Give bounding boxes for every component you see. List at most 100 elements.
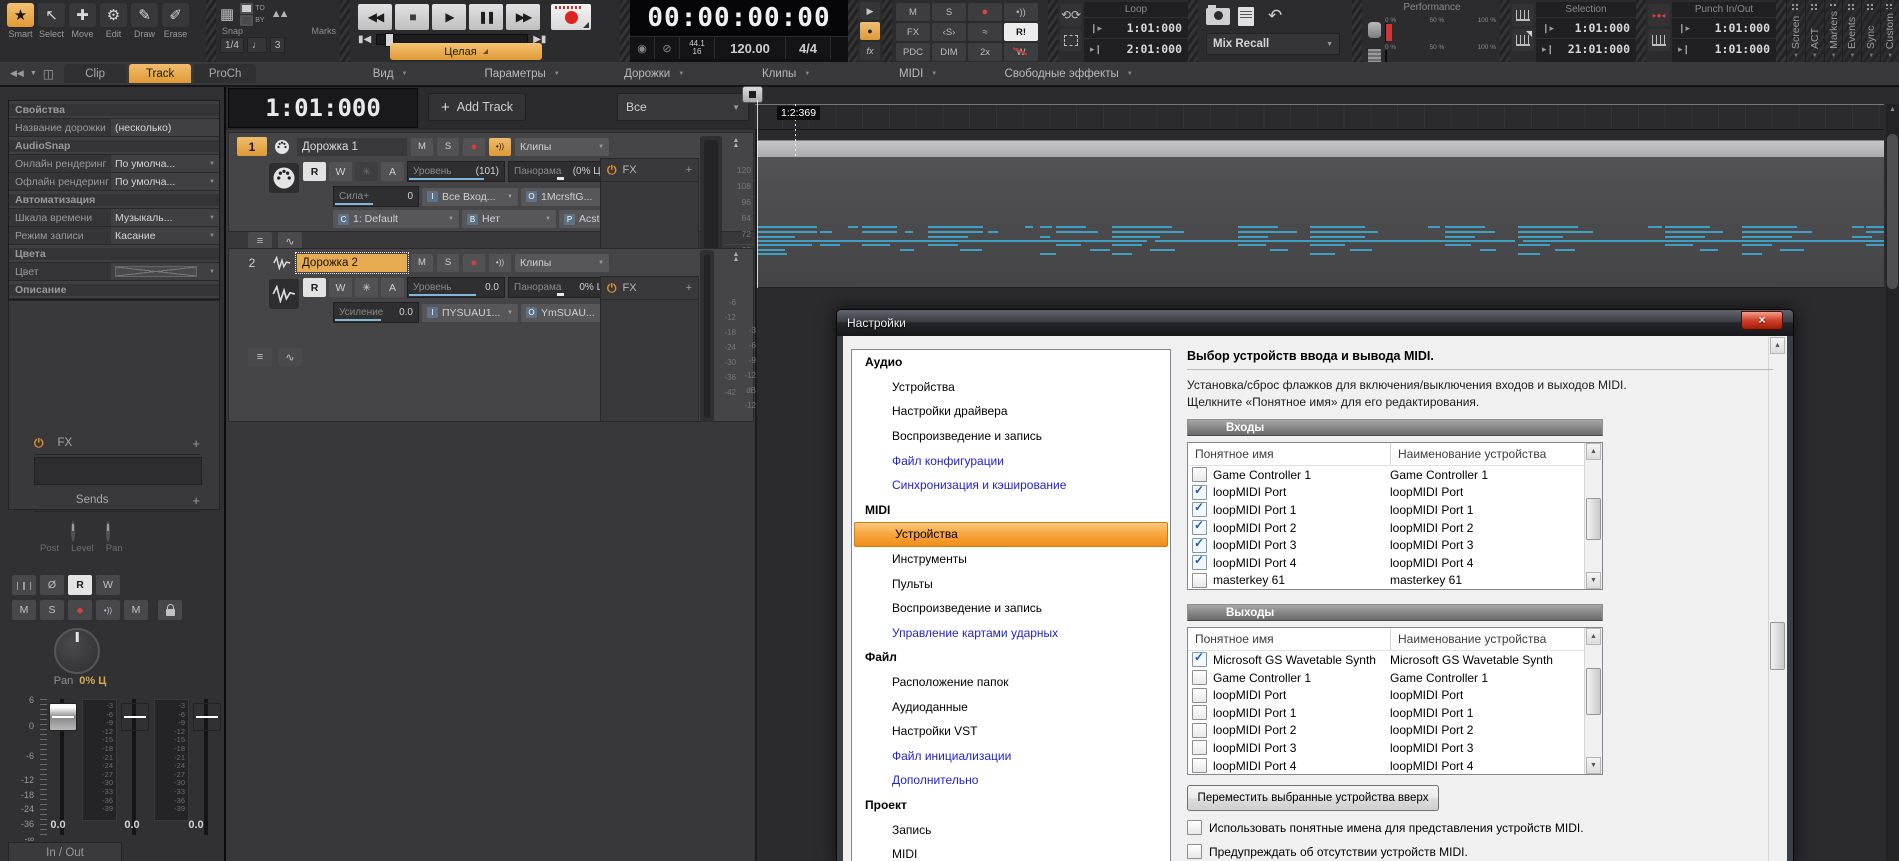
scroll-up-arrow[interactable]: ▲ [1886,106,1899,113]
stop-button[interactable]: ■ [395,4,429,30]
layers-button[interactable]: ≡ [248,348,272,366]
playhead-line[interactable] [757,100,758,288]
device-row[interactable]: loopMIDI Port loopMIDI Port [1188,686,1602,704]
device-checkbox[interactable] [1192,573,1207,588]
device-checkbox[interactable] [1192,467,1207,482]
snap-grid-icon[interactable]: ▦ [220,5,234,23]
lock-button[interactable] [158,600,182,620]
menu-item[interactable]: Свободные эффекты▼ [986,63,1151,85]
phase-button[interactable]: Ø [40,575,64,595]
mix-button[interactable]: PDC [896,43,930,61]
collapse-icon[interactable]: ◀◀ [10,68,24,79]
punch-from-selection-icon[interactable] [1648,29,1670,51]
meter-display[interactable]: 4/4 [786,37,831,59]
device-checkbox[interactable] [1192,740,1207,755]
send-level-knob[interactable] [71,521,75,542]
mix-recall-dropdown[interactable]: Mix Recall▼ [1206,33,1340,55]
notes-doc-icon[interactable] [1238,7,1254,26]
device-row[interactable]: masterkey 61 masterkey 61 [1188,572,1602,590]
nav-item[interactable]: Устройства [854,522,1168,547]
device-checkbox[interactable] [1192,705,1207,720]
now-time-display[interactable]: 1:01:000 [228,88,418,128]
device-checkbox[interactable] [1192,723,1207,738]
nav-item[interactable]: Синхронизация и кэширование [852,473,1170,498]
archive-button[interactable]: A [381,162,404,181]
track-number[interactable]: 2 [237,253,267,272]
tool-button[interactable]: ✐ Erase [161,3,190,62]
mute-button[interactable]: M [411,138,433,156]
device-row[interactable]: loopMIDI Port 4 loopMIDI Port 4 [1188,757,1602,775]
archive-button[interactable]: A [381,278,404,297]
snap-note-icon[interactable]: ♩ [247,37,267,53]
bus-fader-handle[interactable] [121,703,149,731]
device-checkbox[interactable] [1192,652,1207,667]
automation-read-button[interactable]: R [303,162,326,181]
fx-rack[interactable] [34,457,202,485]
master-fader-handle[interactable] [193,703,221,731]
device-row[interactable]: loopMIDI Port 4 loopMIDI Port 4 [1188,554,1602,572]
mix-button[interactable]: FX [896,23,930,41]
selection-start-row[interactable]: ❙▸1:01:000 [1536,18,1636,39]
selection-end-row[interactable]: ▸❙21:01:000 [1536,39,1636,59]
mix-button[interactable]: M [896,3,930,21]
volume-slider[interactable]: Уровень(101) [407,161,505,182]
volume-value[interactable]: 0.0 [38,819,78,831]
property-row[interactable]: Автоматизация [9,191,219,209]
property-row[interactable]: Название дорожки (несколько) ▼ [9,119,219,137]
volume-slider[interactable]: Уровень0.0 [407,277,505,298]
device-checkbox[interactable] [1192,688,1207,703]
collapsed-module-tab[interactable]: Markers ▼ [1824,0,1843,62]
power-icon[interactable]: ⏻ [607,163,617,178]
solo-button[interactable]: S [437,138,459,156]
loop-toggle-icon[interactable]: ⟲⟳ [1060,4,1082,26]
timeline-ruler[interactable]: 12345678910 [755,104,1884,131]
arm-button[interactable]: ● [463,254,485,272]
select-from-icon[interactable] [1512,4,1534,26]
device-checkbox[interactable] [1192,758,1207,773]
mute-button[interactable]: M [411,254,433,272]
property-row[interactable]: Режим записи Касание ▼ [9,227,219,245]
sample-rate-display[interactable]: 44.116 [680,37,715,59]
column-header-name[interactable]: Понятное имя [1188,443,1391,465]
midi-clip[interactable] [757,140,1884,288]
audio-engine-icon[interactable]: ◉ [630,37,655,59]
freeze-button[interactable]: ✳ [355,278,378,297]
mix-button[interactable]: R! [1004,23,1038,41]
loop-end-row[interactable]: ▸❙2:01:000 [1084,39,1188,59]
freeze-button[interactable]: ✳ [355,162,378,181]
chevron-down-icon[interactable]: ▼ [30,70,37,77]
snap-duration[interactable]: 1/4 [220,37,244,53]
collapsed-module-tab[interactable]: ACT ▼ [1805,0,1824,62]
mute-button[interactable]: M [12,600,36,620]
track-filter-dropdown[interactable]: Все▼ [617,93,749,121]
automation-write-button[interactable]: W [329,162,352,181]
clip-body[interactable] [757,157,1884,288]
checkbox[interactable] [1187,820,1202,835]
nav-item[interactable]: Запись [852,817,1170,842]
collapse-chevron-icon[interactable]: ▲▲ [726,252,746,262]
mix-button[interactable]: ‹S› [932,23,966,41]
input-dropdown[interactable]: I Все Вход...▼ [422,188,518,206]
property-row[interactable]: Цвет ▼ [9,263,219,281]
pan-slider[interactable]: Панорама0% Ц [508,277,610,298]
scroll-up-arrow[interactable]: ▲ [1586,628,1601,645]
scroll-down-arrow[interactable]: ▼ [1586,757,1601,774]
menu-item[interactable]: MIDI▼ [854,63,982,85]
snapshot-camera-icon[interactable] [1206,8,1230,25]
mix-button[interactable]: W [1004,43,1038,61]
input-dropdown[interactable]: I ПYSUAU1...▼ [422,304,518,322]
play-state-icon[interactable]: ▶ [860,2,880,20]
device-row[interactable]: loopMIDI Port 1 loopMIDI Port 1 [1188,501,1602,519]
inspector-tab[interactable]: ProCh [194,64,256,83]
return-to-zero-button[interactable]: ▮◀ [358,34,371,45]
move-selected-up-button[interactable]: Переместить выбранные устройства вверх [1187,785,1439,811]
snap-to-by-toggle[interactable]: TO BY [240,3,265,26]
landmarks-icon[interactable]: ▲▲ [271,8,287,20]
device-checkbox[interactable] [1192,670,1207,685]
add-fx-button[interactable]: + [686,164,692,176]
property-row[interactable]: Цвета [9,245,219,263]
nav-item[interactable]: Настройки драйвера [852,399,1170,424]
nav-item[interactable]: Воспроизведение и запись [852,596,1170,621]
mix-button[interactable]: ● [968,3,1002,21]
arm-button[interactable]: ● [463,138,485,156]
